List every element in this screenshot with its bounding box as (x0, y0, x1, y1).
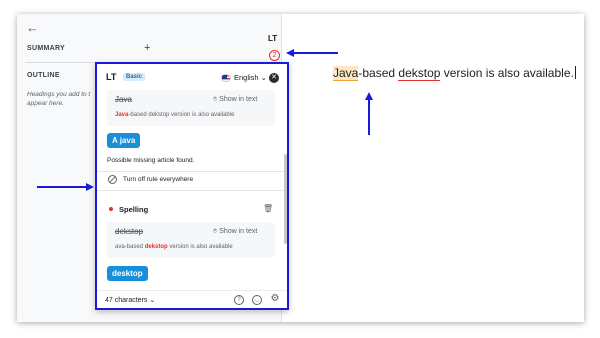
annotation-overlay (37, 49, 373, 191)
